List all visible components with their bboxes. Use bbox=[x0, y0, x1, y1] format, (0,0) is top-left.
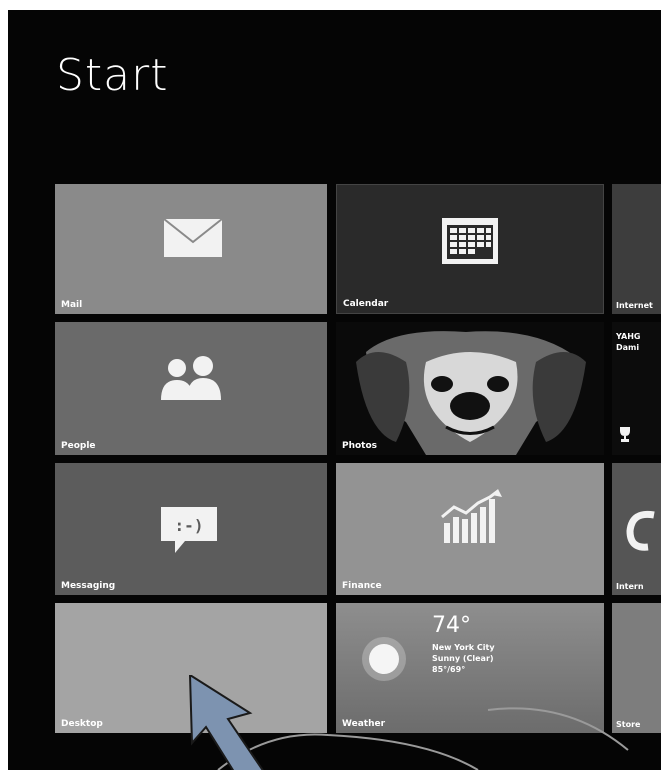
decorative-cable bbox=[217, 707, 629, 770]
start-screen: Start Mail Calendar People Photos:-) Me… bbox=[8, 10, 661, 770]
screenshot-frame: Start Mail Calendar People Photos:-) Me… bbox=[0, 0, 661, 772]
pointer-arrow bbox=[188, 675, 264, 770]
